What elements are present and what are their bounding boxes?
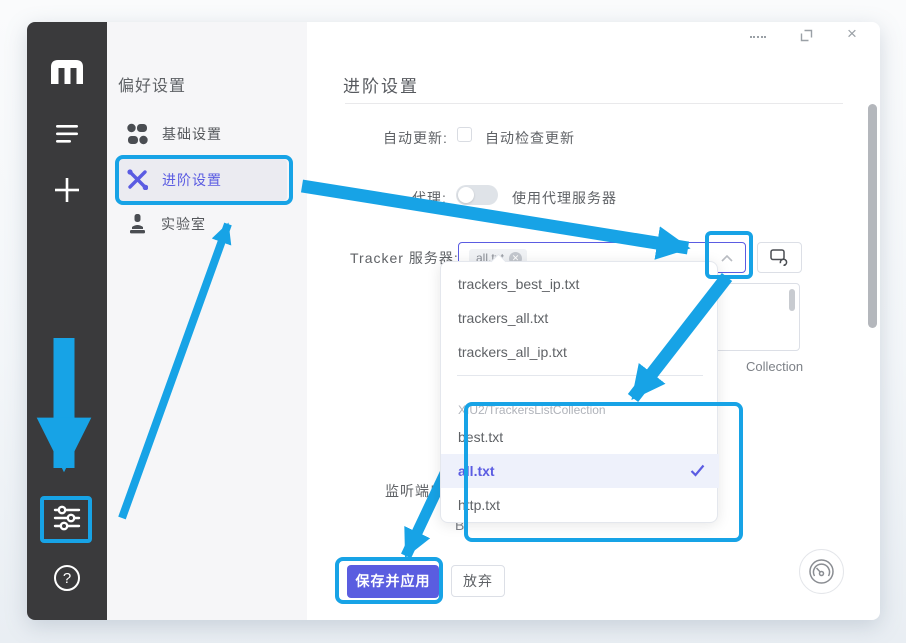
sidebar-item-label: 实验室 [161,214,206,234]
hint-tail-collection: Collection [746,359,803,374]
textarea-scrollbar[interactable] [789,289,795,311]
title-divider [345,103,843,104]
proxy-toggle[interactable] [456,185,498,205]
sidebar-item-label: 基础设置 [162,124,222,144]
screenshot-stage: ? 偏好设置 基础设置 进阶设置 [0,0,906,643]
auto-update-checkbox-label[interactable]: 自动检查更新 [485,128,575,148]
close-button[interactable]: × [847,24,857,44]
auto-update-label: 自动更新: [383,128,448,148]
proxy-label: 代理: [412,188,447,208]
speed-limit-button[interactable] [799,549,844,594]
proxy-toggle-label: 使用代理服务器 [512,188,617,208]
dropdown-divider [457,375,703,376]
sidebar-item-lab[interactable]: 实验室 [128,214,206,234]
discard-button[interactable]: 放弃 [451,565,505,597]
help-icon[interactable]: ? [27,565,107,591]
auto-update-checkbox[interactable] [457,127,472,142]
dropdown-item[interactable]: trackers_all_ip.txt [441,335,719,369]
highlight-box-dropdown-group [464,402,743,542]
window-scrollbar[interactable] [868,104,877,328]
lab-stamp-icon [128,214,147,234]
speedometer-icon [808,558,835,585]
toggle-knob [458,187,474,203]
page-title: 进阶设置 [343,72,419,97]
add-task-icon[interactable] [27,178,107,202]
help-glyph: ? [54,565,80,591]
sidebar-item-basic-settings[interactable]: 基础设置 [127,123,222,145]
dropdown-item[interactable]: trackers_all.txt [441,301,719,335]
highlight-box-chevron [705,231,753,279]
task-list-icon[interactable] [27,125,107,143]
highlight-box-save-button [335,557,443,604]
motrix-logo [27,58,107,86]
minimize-button[interactable] [750,36,766,39]
dropdown-item[interactable]: trackers_best_ip.txt [441,267,719,301]
highlight-box-advanced-settings [115,155,293,205]
maximize-button[interactable] [800,29,813,47]
toggles-icon [127,123,148,145]
listen-port-label: 监听端口 [385,481,445,501]
highlight-box-preferences-icon [40,496,92,543]
restore-icon [800,29,813,42]
sync-icon [770,249,789,266]
preferences-panel [107,22,307,620]
preferences-title: 偏好设置 [118,72,186,96]
logo-m-icon [49,58,85,86]
sync-trackers-button[interactable] [757,242,802,273]
